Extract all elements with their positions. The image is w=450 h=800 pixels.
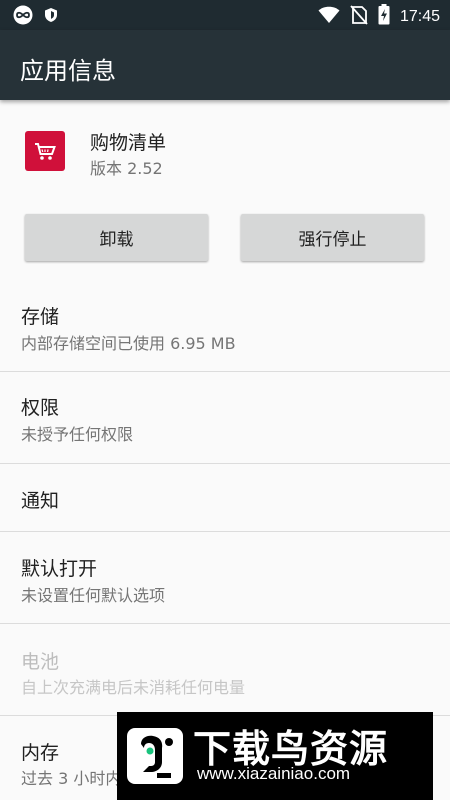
page-title: 应用信息 [20, 57, 116, 85]
no-sim-icon [350, 4, 368, 29]
setting-item-notifications[interactable]: 通知 [0, 464, 450, 532]
setting-summary: 未设置任何默认选项 [21, 586, 166, 605]
infinity-icon [12, 5, 34, 29]
watermark-banner: 下载鸟资源 www.xiazainiao.com [117, 712, 433, 800]
setting-summary: 过去 3 小时内 [21, 769, 122, 788]
app-name: 购物清单 [90, 132, 167, 154]
setting-item-storage[interactable]: 存储 内部存储空间已使用 6.95 MB [0, 280, 450, 372]
setting-title: 存储 [21, 306, 60, 328]
setting-title: 通知 [21, 490, 60, 512]
status-bar: 17:45 [0, 0, 450, 30]
setting-title: 电池 [21, 651, 60, 673]
setting-title: 默认打开 [21, 558, 98, 580]
setting-item-permissions[interactable]: 权限 未授予任何权限 [0, 372, 450, 464]
app-header: 购物清单 版本 2.52 [0, 100, 450, 210]
setting-title: 内存 [21, 742, 60, 764]
uninstall-button[interactable]: 卸载 [25, 214, 208, 261]
force-stop-button[interactable]: 强行停止 [241, 214, 424, 261]
setting-title: 权限 [21, 397, 60, 419]
setting-summary: 自上次充满电后未消耗任何电量 [21, 678, 246, 697]
battery-charging-icon [378, 4, 390, 29]
wifi-icon [318, 6, 340, 28]
shield-icon [44, 7, 58, 27]
setting-item-open-by-default[interactable]: 默认打开 未设置任何默认选项 [0, 532, 450, 624]
watermark-url: www.xiazainiao.com [197, 764, 351, 783]
setting-summary: 未授予任何权限 [21, 425, 134, 444]
setting-item-battery: 电池 自上次充满电后未消耗任何电量 [0, 624, 450, 716]
status-time: 17:45 [399, 7, 440, 25]
app-version: 版本 2.52 [90, 159, 163, 178]
setting-summary: 内部存储空间已使用 6.95 MB [21, 334, 236, 353]
app-bar: 应用信息 [0, 30, 450, 100]
shopping-cart-icon [25, 131, 65, 171]
bird-logo-icon [127, 728, 183, 784]
